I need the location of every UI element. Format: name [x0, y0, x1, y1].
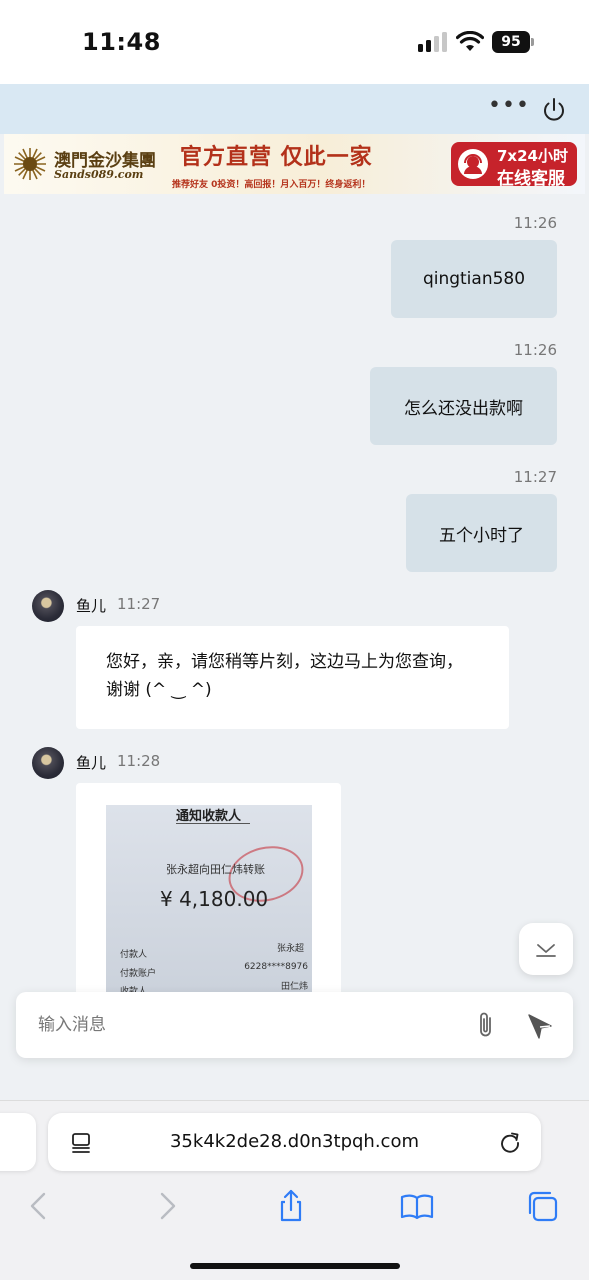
- message-time: 11:28: [117, 752, 161, 770]
- service-label: 在线客服: [497, 169, 565, 189]
- banner-logo-domain: Sands089.com: [54, 168, 144, 181]
- receipt-row-value: 6228****8976: [244, 962, 308, 972]
- incoming-image-message[interactable]: 通知收款人 张永超向田仁炜转账 ¥ 4,180.00 付款人 张永超 付款账户 …: [76, 783, 341, 1013]
- customer-service-button[interactable]: 7x24小时 在线客服: [451, 142, 577, 189]
- banner-slogan: 官方直营 仅此一家: [180, 144, 373, 170]
- paperclip-icon[interactable]: [475, 1010, 497, 1040]
- app-header: •••: [0, 84, 589, 134]
- avatar[interactable]: [32, 747, 64, 779]
- sun-logo-icon: [14, 148, 46, 180]
- receipt-row-label: 付款人: [120, 950, 148, 960]
- address-bar[interactable]: 35k4k2de28.d0n3tpqh.com: [48, 1113, 541, 1171]
- share-icon[interactable]: [274, 1189, 308, 1223]
- avatar[interactable]: [32, 590, 64, 622]
- receipt-title: 通知收款人: [176, 809, 242, 824]
- home-indicator[interactable]: [190, 1263, 400, 1269]
- transfer-receipt-image[interactable]: 通知收款人 张永超向田仁炜转账 ¥ 4,180.00 付款人 张永超 付款账户 …: [106, 805, 312, 1013]
- page-menu-icon[interactable]: [70, 1132, 92, 1154]
- wifi-icon: [456, 31, 484, 51]
- outgoing-message[interactable]: 怎么还没出款啊: [370, 367, 557, 445]
- sender-name: 鱼儿: [76, 597, 107, 615]
- forward-icon[interactable]: [150, 1189, 184, 1223]
- message-time: 11:26: [513, 214, 557, 232]
- previous-tab-preview[interactable]: [0, 1113, 36, 1171]
- reload-icon[interactable]: [498, 1130, 522, 1154]
- ad-banner[interactable]: 澳門金沙集團 Sands089.com 官方直营 仅此一家 推荐好友 0投资！高…: [4, 134, 585, 194]
- bookmarks-icon[interactable]: [400, 1189, 434, 1223]
- more-icon[interactable]: •••: [488, 95, 529, 122]
- receipt-row-value: 田仁炜: [280, 982, 308, 992]
- chevron-down-icon: [536, 944, 556, 957]
- message-input[interactable]: [38, 1012, 438, 1038]
- outgoing-message[interactable]: qingtian580: [391, 240, 557, 318]
- cellular-signal-icon: [418, 32, 448, 52]
- message-time: 11:27: [513, 468, 557, 486]
- sender-name: 鱼儿: [76, 754, 107, 772]
- headset-icon: [458, 149, 488, 179]
- receipt-amount: ¥ 4,180.00: [160, 887, 269, 911]
- message-composer: [16, 992, 573, 1058]
- back-icon[interactable]: [22, 1189, 56, 1223]
- send-icon[interactable]: [526, 1012, 554, 1040]
- url-text[interactable]: 35k4k2de28.d0n3tpqh.com: [108, 1131, 481, 1152]
- message-time: 11:26: [513, 341, 557, 359]
- receipt-description: 张永超向田仁炜转账: [166, 863, 265, 876]
- tabs-icon[interactable]: [526, 1189, 560, 1223]
- browser-toolbar: 35k4k2de28.d0n3tpqh.com: [0, 1100, 589, 1280]
- service-hours: 7x24小时: [497, 147, 568, 165]
- battery-level: 95: [492, 31, 530, 53]
- outgoing-message[interactable]: 五个小时了: [406, 494, 557, 572]
- status-bar: 11:48 95: [0, 0, 589, 84]
- battery-icon: 95: [492, 31, 534, 53]
- power-icon[interactable]: [540, 96, 568, 124]
- chat-message-list[interactable]: 11:26 qingtian580 11:26 怎么还没出款啊 11:27 五个…: [0, 194, 589, 1100]
- status-time: 11:48: [82, 28, 161, 56]
- scroll-to-bottom-button[interactable]: [519, 923, 573, 975]
- receipt-row-value: 张永超: [276, 944, 304, 954]
- banner-subline: 推荐好友 0投资！高回报！月入百万！终身返利！: [172, 180, 371, 190]
- incoming-message[interactable]: 您好，亲，请您稍等片刻，这边马上为您查询，谢谢 (^ ‿ ^): [76, 626, 509, 729]
- message-time: 11:27: [117, 595, 161, 613]
- receipt-row-label: 付款账户: [120, 969, 157, 979]
